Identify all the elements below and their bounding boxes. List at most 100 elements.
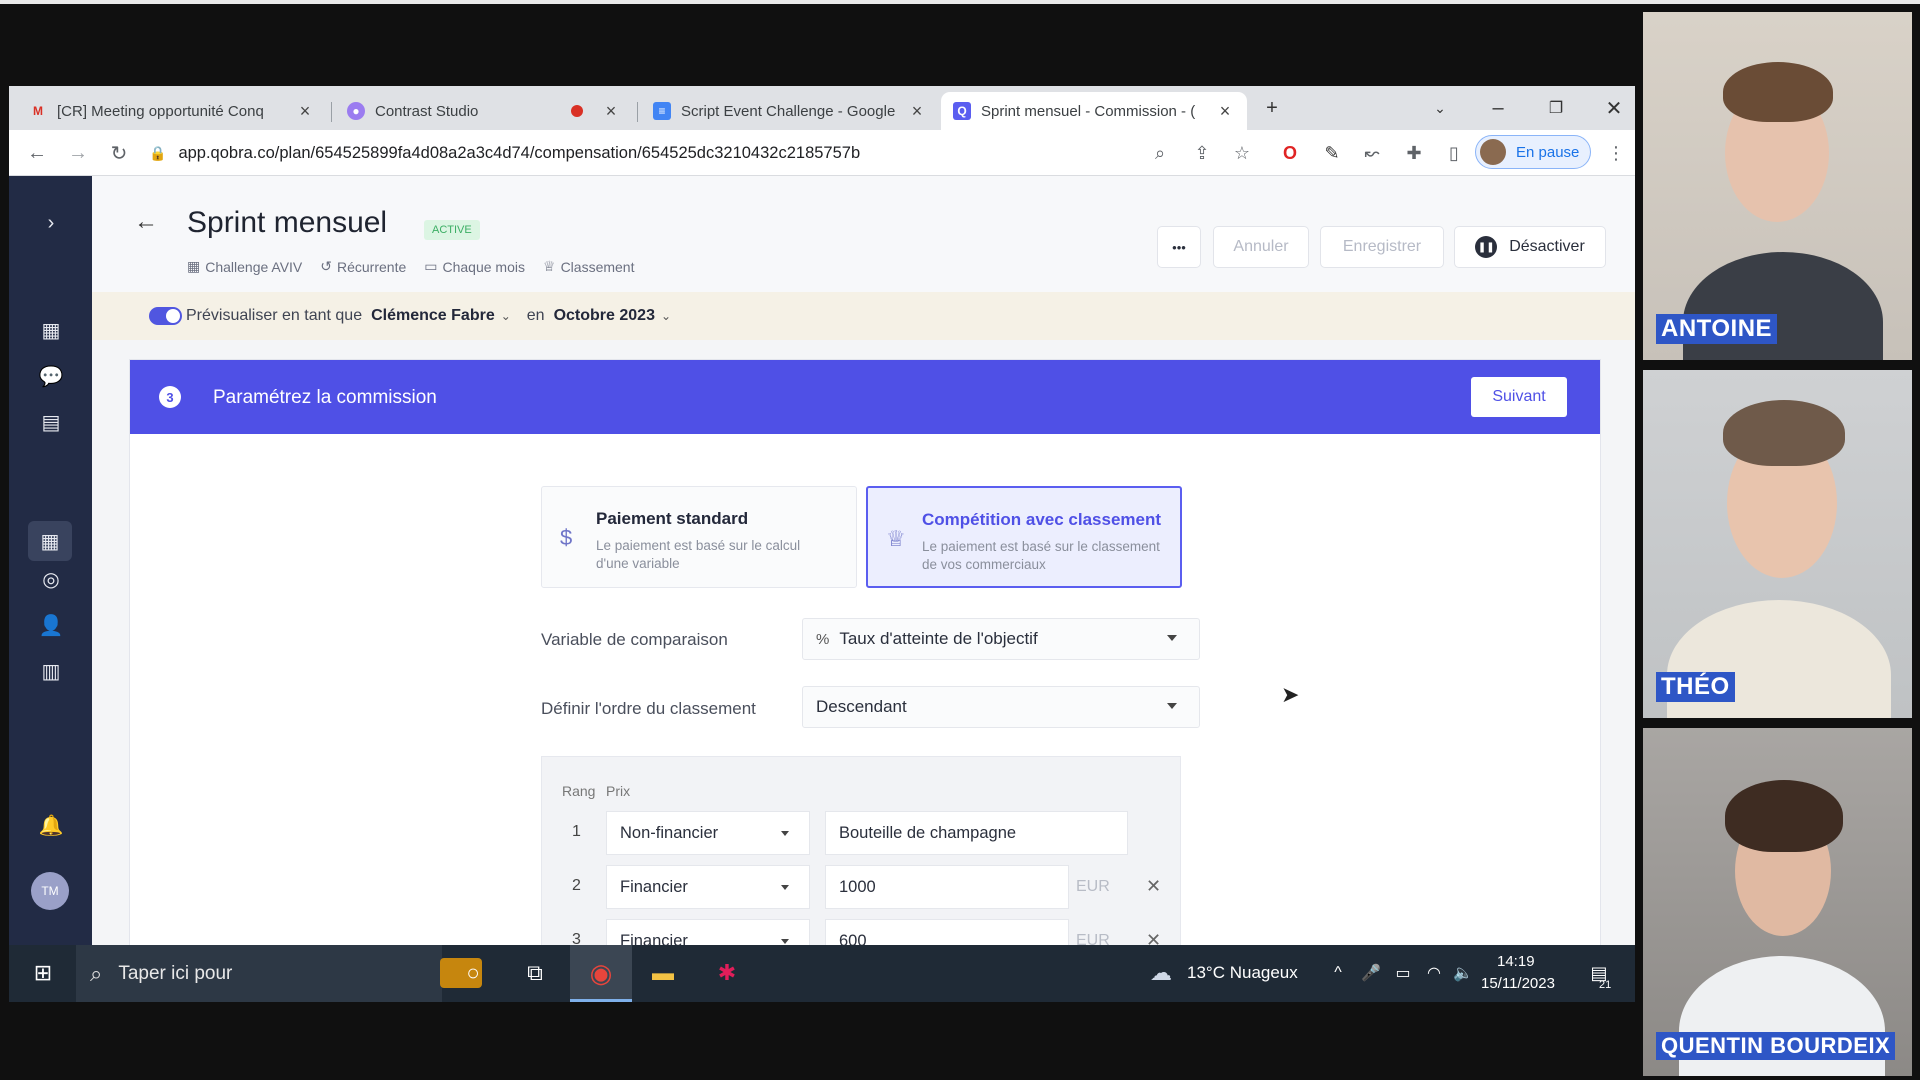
- comparison-value: Taux d'atteinte de l'objectif: [839, 629, 1038, 648]
- expand-chevron-icon[interactable]: ›: [36, 208, 66, 238]
- pause-icon: ❚❚: [1475, 236, 1498, 258]
- slack-icon[interactable]: ✱: [711, 957, 743, 989]
- battery-icon[interactable]: ▭: [1387, 957, 1419, 989]
- target-icon[interactable]: ◎: [36, 564, 66, 594]
- deactivate-button[interactable]: ❚❚ Désactiver: [1454, 226, 1606, 268]
- cortana-icon[interactable]: ○: [457, 957, 489, 989]
- remove-row-icon[interactable]: ✕: [1146, 876, 1161, 897]
- lock-icon: 🔒: [149, 144, 167, 161]
- back-icon[interactable]: ←: [23, 139, 51, 167]
- save-button[interactable]: Enregistrer: [1320, 226, 1444, 268]
- participant-tile-antoine[interactable]: ANTOINE: [1643, 12, 1912, 360]
- tab-title: [CR] Meeting opportunité Conq: [57, 102, 264, 120]
- share-icon[interactable]: ⇪: [1189, 140, 1215, 166]
- caret-down-icon: [781, 939, 789, 944]
- qobra-icon: Q: [953, 102, 971, 120]
- notification-count: 21: [1599, 979, 1612, 991]
- browser-tab-qobra[interactable]: Q Sprint mensuel - Commission - ( ×: [941, 92, 1247, 130]
- eyedropper-extension-icon[interactable]: ✎: [1319, 140, 1345, 166]
- close-icon[interactable]: ×: [601, 101, 621, 122]
- browser-tab-docs[interactable]: ≡ Script Event Challenge - Google ×: [641, 92, 939, 130]
- tray-chevron-icon[interactable]: ^: [1322, 957, 1354, 989]
- browser-tab-gmail[interactable]: M [CR] Meeting opportunité Conq ×: [17, 92, 327, 130]
- prize-type-value: Financier: [620, 877, 688, 896]
- user-avatar[interactable]: TM: [31, 872, 69, 910]
- zoom-icon[interactable]: ⌕: [1147, 140, 1173, 166]
- participant-tile-theo[interactable]: THÉO: [1643, 370, 1912, 718]
- tab-title: Script Event Challenge - Google: [681, 102, 896, 120]
- participant-name: ANTOINE: [1656, 314, 1778, 344]
- preview-user-select[interactable]: Clémence Fabre: [371, 307, 495, 325]
- clock-time: 14:19: [1497, 953, 1535, 970]
- wifi-icon[interactable]: ◠: [1418, 957, 1450, 989]
- bookmark-star-icon[interactable]: ☆: [1229, 140, 1255, 166]
- browser-tab-strip: M [CR] Meeting opportunité Conq × ● Cont…: [9, 86, 1635, 130]
- restore-icon[interactable]: ❐: [1541, 92, 1571, 124]
- opera-extension-icon[interactable]: O: [1277, 140, 1303, 166]
- option-ranking-competition[interactable]: ♕ Compétition avec classement Le paiemen…: [866, 486, 1182, 588]
- forward-icon[interactable]: →: [64, 139, 92, 167]
- more-options-button[interactable]: •••: [1157, 226, 1201, 268]
- recording-icon: [571, 105, 583, 117]
- step-header: 3 Paramétrez la commission Suivant: [130, 360, 1600, 434]
- option-standard-payment[interactable]: $ Paiement standard Le paiement est basé…: [541, 486, 857, 588]
- shared-screen: M [CR] Meeting opportunité Conq × ● Cont…: [9, 86, 1635, 1002]
- task-view-icon[interactable]: ⧉: [519, 957, 551, 989]
- chrome-icon[interactable]: ◉: [585, 957, 617, 989]
- puzzle-extensions-icon[interactable]: ✚: [1401, 140, 1427, 166]
- reload-icon[interactable]: ↻: [105, 139, 133, 167]
- side-panel-icon[interactable]: ▯: [1441, 140, 1467, 166]
- back-arrow-icon[interactable]: ←: [134, 208, 158, 236]
- taskbar-search[interactable]: ⌕ Taper ici pour: [76, 945, 482, 1002]
- tab-separator: [637, 102, 638, 122]
- prize-value-input[interactable]: Bouteille de champagne: [825, 811, 1128, 855]
- tab-search-icon[interactable]: ⌄: [1425, 92, 1455, 124]
- minimize-icon[interactable]: –: [1483, 92, 1513, 124]
- dashboard-icon[interactable]: ▦: [36, 315, 66, 345]
- profile-button[interactable]: En pause: [1475, 135, 1591, 169]
- close-icon[interactable]: ×: [295, 101, 315, 122]
- table-icon[interactable]: ▥: [36, 656, 66, 686]
- clock-date: 15/11/2023: [1481, 975, 1555, 992]
- prize-type-select[interactable]: Non-financier: [606, 811, 810, 855]
- chat-icon[interactable]: 💬: [36, 361, 66, 391]
- kebab-menu-icon[interactable]: ⋮: [1603, 140, 1629, 166]
- address-bar[interactable]: 🔒 app.qobra.co/plan/654525899fa4d08a2a3c…: [149, 136, 1149, 170]
- participant-name: QUENTIN BOURDEIX: [1656, 1032, 1896, 1060]
- gmail-icon: M: [33, 104, 43, 118]
- next-button[interactable]: Suivant: [1471, 377, 1567, 417]
- participant-tile-quentin[interactable]: QUENTIN BOURDEIX: [1643, 728, 1912, 1076]
- google-docs-icon: ≡: [653, 102, 671, 120]
- prize-type-select[interactable]: Financier: [606, 865, 810, 909]
- prize-amount-input[interactable]: 1000: [825, 865, 1069, 909]
- extension-icon[interactable]: ↜: [1359, 140, 1385, 166]
- comparison-variable-select[interactable]: % Taux d'atteinte de l'objectif: [802, 618, 1200, 660]
- browser-tab-contrast[interactable]: ● Contrast Studio ×: [335, 92, 633, 130]
- page-title: Sprint mensuel: [187, 206, 388, 239]
- dollar-icon: $: [560, 525, 573, 550]
- user-icon[interactable]: 👤: [36, 610, 66, 640]
- app-main: ← Sprint mensuel ACTIVE ▦ Challenge AVIV …: [92, 176, 1635, 966]
- history-icon: ↺: [320, 258, 332, 274]
- tab-separator: [331, 102, 332, 122]
- status-badge: ACTIVE: [424, 220, 480, 240]
- tab-title: Contrast Studio: [375, 102, 479, 120]
- cancel-button[interactable]: Annuler: [1213, 226, 1309, 268]
- plans-icon[interactable]: ▦: [28, 521, 72, 561]
- preview-toggle[interactable]: [149, 307, 182, 325]
- participant-hair: [1723, 400, 1845, 466]
- windows-start-icon[interactable]: ⊞: [27, 957, 59, 989]
- ranking-order-select[interactable]: Descendant: [802, 686, 1200, 728]
- app-sidebar: › ▦ 💬 ▤ ▦ ◎ 👤 ▥ 🔔 TM: [9, 176, 92, 945]
- speaker-icon[interactable]: 🔈: [1447, 957, 1479, 989]
- rank-column-header: Rang: [562, 783, 596, 799]
- microphone-icon[interactable]: 🎤: [1355, 957, 1387, 989]
- bell-icon[interactable]: 🔔: [36, 810, 66, 840]
- close-icon[interactable]: ×: [907, 101, 927, 122]
- preview-period-select[interactable]: Octobre 2023: [554, 307, 655, 325]
- close-window-icon[interactable]: ✕: [1599, 92, 1629, 124]
- close-icon[interactable]: ×: [1215, 101, 1235, 122]
- file-explorer-icon[interactable]: ▬: [647, 957, 679, 989]
- new-tab-button[interactable]: +: [1257, 92, 1287, 124]
- document-icon[interactable]: ▤: [36, 407, 66, 437]
